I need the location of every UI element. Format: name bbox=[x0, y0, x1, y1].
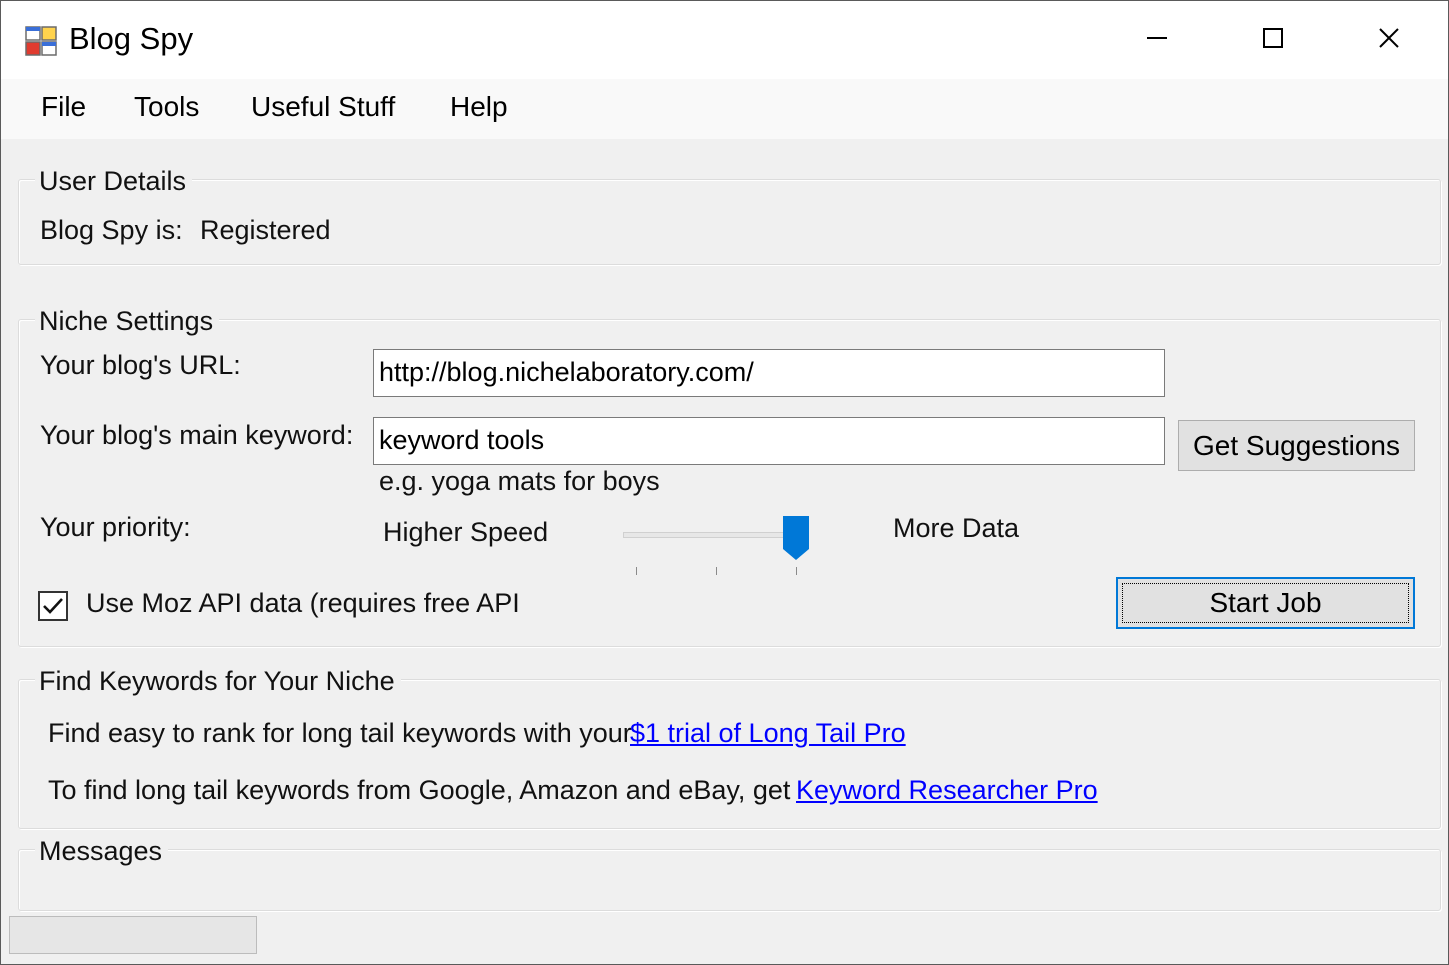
registration-status-label: Blog Spy is: bbox=[40, 215, 183, 245]
app-windows-icon bbox=[25, 25, 59, 57]
priority-slider[interactable] bbox=[619, 511, 819, 581]
slider-thumb[interactable] bbox=[782, 515, 810, 561]
moz-api-checkbox[interactable] bbox=[38, 591, 68, 621]
progress-bar bbox=[9, 916, 257, 954]
keyword-researcher-link[interactable]: Keyword Researcher Pro bbox=[796, 775, 1098, 806]
slider-tick bbox=[636, 567, 637, 575]
keyword-researcher-text: To find long tail keywords from Google, … bbox=[48, 775, 791, 805]
moz-api-checkbox-row[interactable]: Use Moz API data (requires free API bbox=[38, 588, 558, 625]
close-button[interactable] bbox=[1331, 1, 1447, 79]
niche-settings-legend: Niche Settings bbox=[35, 305, 220, 337]
priority-label: Your priority: bbox=[40, 512, 191, 542]
minimize-icon bbox=[1146, 27, 1168, 54]
main-keyword-input[interactable]: keyword tools bbox=[373, 417, 1165, 465]
get-suggestions-button[interactable]: Get Suggestions bbox=[1178, 420, 1415, 471]
slider-tick bbox=[796, 567, 797, 575]
user-details-legend: User Details bbox=[35, 165, 193, 197]
title-bar[interactable]: Blog Spy bbox=[1, 1, 1448, 79]
start-job-button[interactable]: Start Job bbox=[1116, 577, 1415, 629]
messages-group bbox=[18, 849, 1441, 911]
checkmark-icon bbox=[43, 598, 63, 614]
long-tail-pro-link[interactable]: $1 trial of Long Tail Pro bbox=[630, 718, 906, 749]
find-keywords-legend: Find Keywords for Your Niche bbox=[35, 665, 401, 697]
slider-tick bbox=[716, 567, 717, 575]
registration-status-value: Registered bbox=[200, 215, 331, 245]
blog-url-label: Your blog's URL: bbox=[40, 350, 241, 380]
maximize-icon bbox=[1262, 27, 1284, 54]
priority-high-label: More Data bbox=[893, 513, 1020, 543]
long-tail-pro-text: Find easy to rank for long tail keywords… bbox=[48, 718, 632, 748]
menu-help[interactable]: Help bbox=[448, 91, 510, 123]
keyword-hint: e.g. yoga mats for boys bbox=[379, 466, 660, 496]
menu-bar: File Tools Useful Stuff Help bbox=[1, 79, 1448, 139]
maximize-button[interactable] bbox=[1215, 1, 1331, 79]
menu-file[interactable]: File bbox=[39, 91, 88, 123]
blog-url-input[interactable]: http://blog.nichelaboratory.com/ bbox=[373, 349, 1165, 397]
priority-low-label: Higher Speed bbox=[383, 517, 549, 547]
messages-legend: Messages bbox=[35, 835, 169, 867]
slider-track bbox=[623, 532, 807, 538]
main-window: Blog Spy File Tools Useful Stuff Help Us… bbox=[0, 0, 1449, 965]
window-title: Blog Spy bbox=[69, 21, 194, 56]
find-keywords-group bbox=[18, 679, 1441, 829]
menu-tools[interactable]: Tools bbox=[132, 91, 201, 123]
moz-api-checkbox-label: Use Moz API data (requires free API bbox=[86, 588, 520, 618]
focus-indicator bbox=[1122, 583, 1409, 623]
minimize-button[interactable] bbox=[1099, 1, 1215, 79]
close-icon bbox=[1378, 27, 1400, 54]
main-keyword-label: Your blog's main keyword: bbox=[40, 420, 354, 450]
menu-useful-stuff[interactable]: Useful Stuff bbox=[249, 91, 397, 123]
